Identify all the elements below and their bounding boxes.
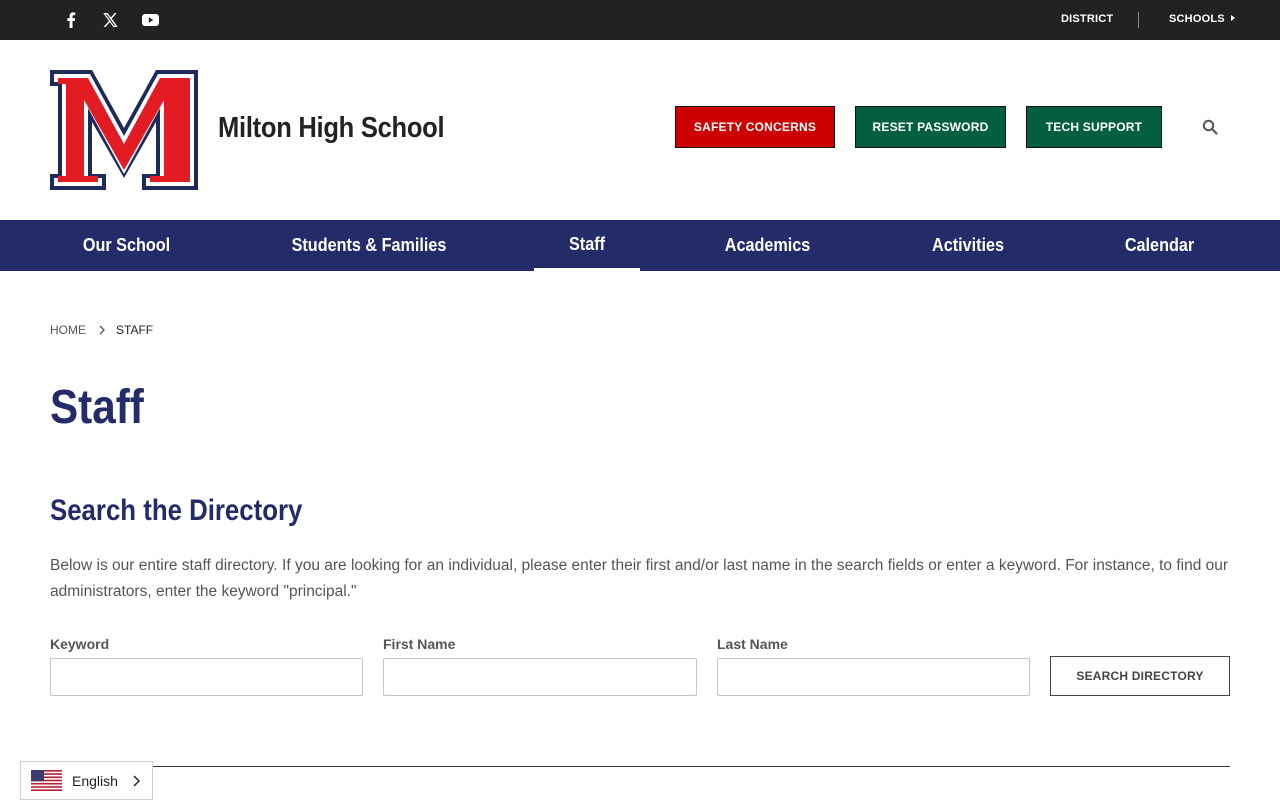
nav-calendar[interactable]: Calendar xyxy=(1102,220,1218,271)
nav-label: Activities xyxy=(931,235,1005,255)
x-twitter-icon[interactable] xyxy=(100,10,120,30)
first-name-input[interactable] xyxy=(383,658,697,696)
keyword-label: Keyword xyxy=(50,636,110,652)
tech-support-button[interactable]: TECH SUPPORT xyxy=(1026,106,1162,148)
district-link[interactable]: DISTRICT xyxy=(1061,13,1113,25)
youtube-icon[interactable] xyxy=(140,10,160,30)
chevron-right-icon xyxy=(99,325,105,335)
caret-right-icon xyxy=(1230,15,1235,21)
section-title: Search the Directory xyxy=(50,494,303,527)
school-name[interactable]: Milton High School xyxy=(218,112,445,145)
search-icon[interactable] xyxy=(1202,119,1218,135)
safety-concerns-button[interactable]: SAFETY CONCERNS xyxy=(675,106,835,148)
search-directory-button[interactable]: SEARCH DIRECTORY xyxy=(1050,656,1230,696)
breadcrumb: HOME STAFF xyxy=(50,323,153,337)
page-title: Staff xyxy=(50,381,144,434)
nav-students-families[interactable]: Students & Families xyxy=(270,220,468,271)
utility-bar: DISTRICT SCHOOLS xyxy=(0,0,1280,40)
first-name-label: First Name xyxy=(383,636,456,652)
nav-staff[interactable]: Staff xyxy=(534,220,640,271)
last-name-input[interactable] xyxy=(717,658,1030,696)
nav-label: Academics xyxy=(725,235,811,255)
utility-divider xyxy=(1138,12,1139,28)
nav-activities[interactable]: Activities xyxy=(910,220,1026,271)
content-divider xyxy=(50,766,1230,767)
last-name-label: Last Name xyxy=(717,636,788,652)
reset-password-button[interactable]: RESET PASSWORD xyxy=(855,106,1006,148)
chevron-right-icon xyxy=(133,775,140,787)
keyword-input[interactable] xyxy=(50,658,363,696)
language-label: English xyxy=(72,772,118,789)
nav-label: Calendar xyxy=(1125,235,1195,255)
nav-academics[interactable]: Academics xyxy=(702,220,834,271)
nav-label: Our School xyxy=(83,235,171,255)
nav-label: Staff xyxy=(569,233,605,254)
nav-our-school[interactable]: Our School xyxy=(64,220,190,271)
directory-intro-text: Below is our entire staff directory. If … xyxy=(50,557,1229,600)
nav-label: Students & Families xyxy=(291,235,447,255)
main-nav: Our School Students & Families Staff Aca… xyxy=(0,220,1280,271)
schools-link[interactable]: SCHOOLS xyxy=(1169,13,1235,25)
language-selector[interactable]: English xyxy=(20,761,153,800)
us-flag-icon xyxy=(31,770,62,791)
breadcrumb-current: STAFF xyxy=(116,323,154,337)
breadcrumb-home[interactable]: HOME xyxy=(50,323,86,337)
schools-link-label: SCHOOLS xyxy=(1169,13,1225,25)
facebook-icon[interactable] xyxy=(61,10,81,30)
school-logo[interactable] xyxy=(50,70,198,190)
